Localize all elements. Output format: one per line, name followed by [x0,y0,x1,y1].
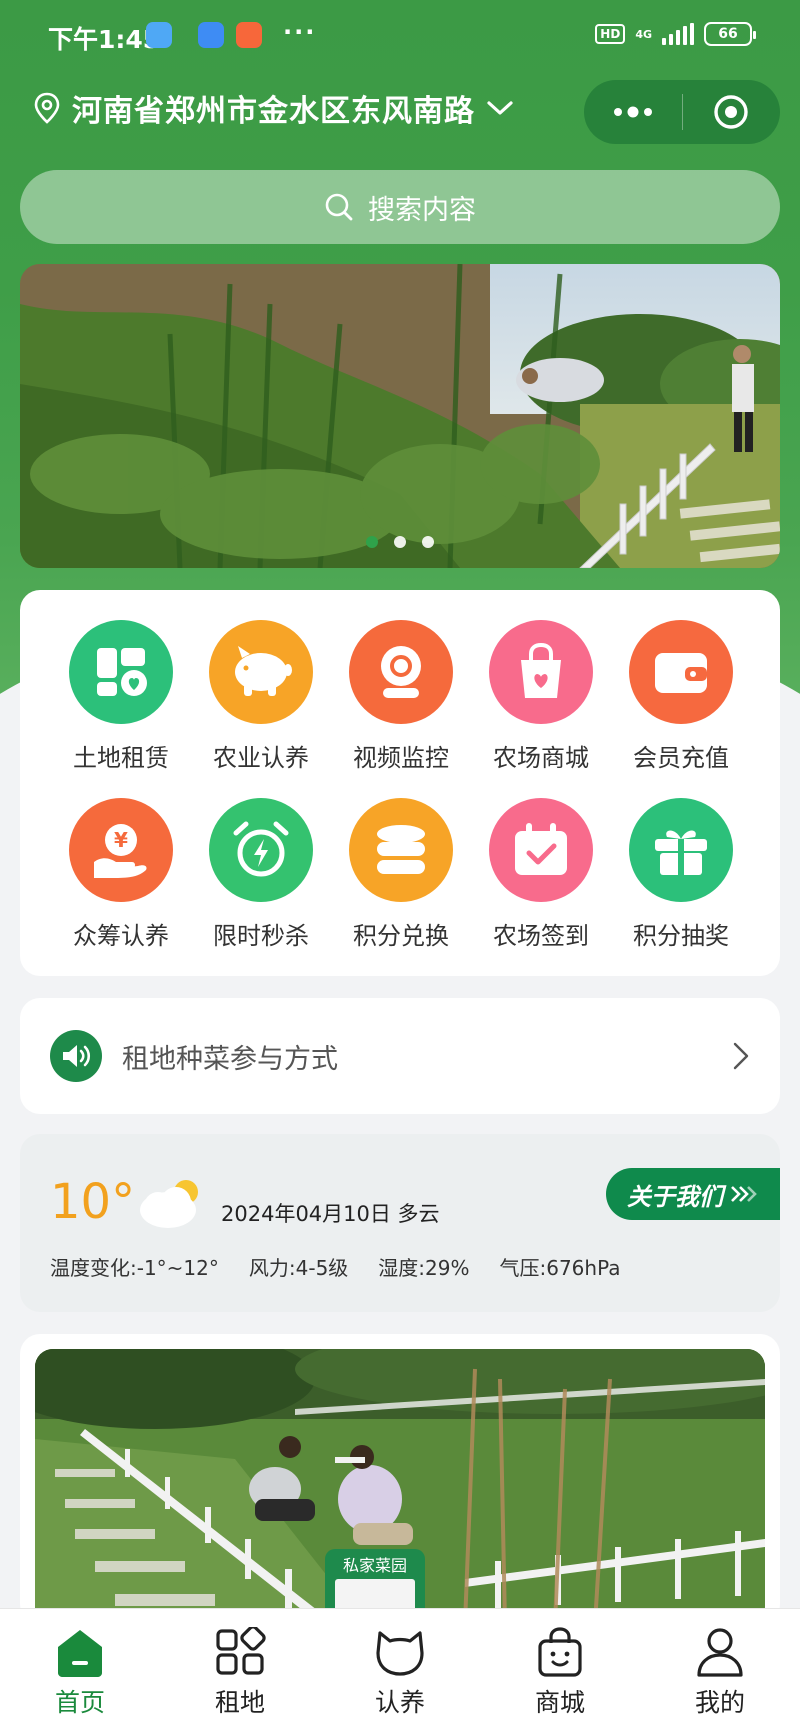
grid-item-points-lottery[interactable]: 积分抽奖 [611,798,751,951]
carousel-dot[interactable] [394,536,406,548]
grid-label: 土地租赁 [73,744,169,772]
tab-mall[interactable]: 商城 [480,1609,640,1733]
battery-icon: 66 [704,22,756,46]
weather-card: 10° 2024年04月10日 多云 关于我们 温度变化:-1°~12° 风力:… [20,1134,780,1312]
location-text: 河南省郑州市金水区东风南路 [72,94,475,129]
tab-rent-land[interactable]: 租地 [160,1609,320,1733]
status-more-icon: ··· [283,18,317,46]
grid-item-agri-adopt[interactable]: 农业认养 [191,620,331,773]
wind: 风力:4-5级 [248,1256,349,1280]
battery-level: 66 [718,26,738,42]
land-map-icon [69,620,173,724]
carousel-dot[interactable] [422,536,434,548]
tab-label: 认养 [374,1688,425,1717]
tab-adopt[interactable]: 认养 [320,1609,480,1733]
humidity: 湿度:29% [378,1256,470,1280]
coins-icon [349,798,453,902]
home-icon [58,1630,102,1677]
grid-label: 限时秒杀 [213,922,309,950]
status-time: 下午1:45 [48,25,161,54]
tab-home[interactable]: 首页 [0,1609,160,1733]
notification-app-icon [236,22,262,48]
tab-label: 商城 [534,1688,585,1717]
network-type: 4G [635,27,652,41]
speaker-icon [50,1030,102,1082]
gift-icon [629,798,733,902]
more-dots-icon [613,106,652,118]
close-miniprogram-button[interactable] [683,80,781,144]
yen-hand-icon: ¥ [69,798,173,902]
feature-photo-card[interactable]: 私家菜园 [20,1334,780,1624]
grid-item-farm-checkin[interactable]: 农场签到 [471,798,611,951]
grid-label: 会员充值 [633,744,729,772]
farm-photo: 私家菜园 [35,1349,765,1624]
calendar-check-icon [489,798,593,902]
chevron-right-icon [733,1042,749,1070]
grid-item-land-rental[interactable]: 土地租赁 [51,620,191,773]
svg-text:¥: ¥ [114,828,128,852]
grid-item-video-monitor[interactable]: 视频监控 [331,620,471,773]
svg-text:私家菜园: 私家菜园 [343,1556,407,1575]
function-grid: 土地租赁 农业认养 视频监控 农场商城 会员充值 ¥ 众筹认养 限时秒杀 积分兑… [20,590,780,976]
carousel-dot[interactable] [366,536,378,548]
grid-icon [216,1627,266,1675]
grid-label: 积分抽奖 [633,922,729,950]
user-icon [697,1628,743,1677]
chevron-down-icon [487,101,513,115]
alarm-clock-icon [209,798,313,902]
grid-item-crowdfund[interactable]: ¥ 众筹认养 [51,798,191,951]
about-us-label: 关于我们 [627,1182,723,1211]
shop-bag-icon [538,1627,582,1677]
grid-label: 农业认养 [213,744,309,772]
more-menu-button[interactable] [584,80,682,144]
piggy-icon [209,620,313,724]
status-bar: 下午1:45 ··· HD 4G 66 [0,0,800,72]
notice-text: 租地种菜参与方式 [122,1043,338,1075]
cloudy-weather-icon [140,1180,198,1228]
farm-photo-image: 私家菜园 [35,1349,765,1624]
grid-item-flash-sale[interactable]: 限时秒杀 [191,798,331,951]
banner-carousel[interactable] [20,264,780,568]
wallet-icon [629,620,733,724]
target-close-icon [714,95,748,129]
tab-label: 我的 [694,1688,745,1717]
tab-mine[interactable]: 我的 [640,1609,800,1733]
search-icon [325,193,353,221]
hd-badge: HD [595,24,626,44]
notification-app-icon [198,22,224,48]
location-pin-icon [34,92,60,124]
grid-label: 众筹认养 [73,922,169,950]
carousel-indicator [20,536,780,548]
cat-icon [376,1631,424,1676]
double-chevron-right-icon [731,1186,757,1202]
grid-item-farm-mall[interactable]: 农场商城 [471,620,611,773]
about-us-button[interactable]: 关于我们 [606,1168,780,1220]
banner-image [20,264,780,568]
search-input[interactable]: 搜索内容 [20,170,780,244]
signal-icon [662,23,694,45]
grid-label: 农场签到 [493,922,589,950]
grid-item-member-recharge[interactable]: 会员充值 [611,620,751,773]
camera-icon [349,620,453,724]
pressure: 气压:676hPa [499,1256,621,1280]
grid-label: 视频监控 [353,744,449,772]
weather-metrics: 温度变化:-1°~12° 风力:4-5级 湿度:29% 气压:676hPa [50,1252,651,1281]
temperature: 10° [50,1174,136,1230]
grid-label: 积分兑换 [353,922,449,950]
grid-label: 农场商城 [493,744,589,772]
search-placeholder: 搜索内容 [368,194,476,226]
notice-bar[interactable]: 租地种菜参与方式 [20,998,780,1114]
grid-item-points-exchange[interactable]: 积分兑换 [331,798,471,951]
tab-label: 首页 [54,1688,105,1717]
tab-label: 租地 [214,1688,265,1717]
temp-range: 温度变化:-1°~12° [50,1256,219,1280]
miniprogram-capsule [584,80,780,144]
date-weather: 2024年04月10日 多云 [221,1202,440,1226]
location-selector[interactable]: 河南省郑州市金水区东风南路 [32,86,515,130]
bottom-tab-bar: 首页 租地 认养 商城 我的 [0,1608,800,1733]
shopping-bag-icon [489,620,593,724]
notification-app-icon [146,22,172,48]
